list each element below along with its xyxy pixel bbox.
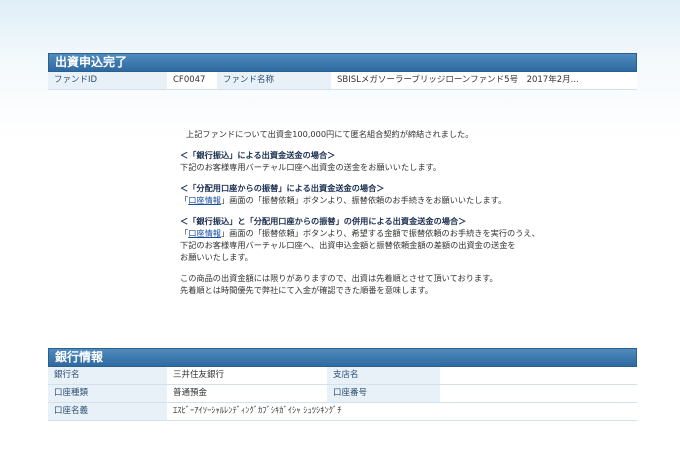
combined-transfer-text-line2: 下記のお客様専用バーチャル口座へ、出資申込金額と振替依頼金額の差額の出資金の送金…: [180, 240, 516, 250]
bank-transfer-text: 下記のお客様専用バーチャル口座へ出資金の送金をお願いいたします。: [180, 162, 442, 172]
account-transfer-title: ＜「分配用口座からの振替」による出資金送金の場合＞: [180, 183, 385, 193]
combined-transfer-title: ＜「銀行振込」と「分配用口座からの振替」の併用による出資金送金の場合＞: [180, 216, 467, 226]
bank-transfer-title: ＜「銀行振込」による出資金送金の場合＞: [180, 150, 336, 160]
message-content: 上記ファンドについて出資金100,000円にて匿名組合契約が締結されました。 ＜…: [180, 128, 560, 296]
limit-note: この商品の出資金額には限りがありますので、出資は先着順とさせて頂いております。: [180, 273, 498, 283]
fund-name-value: SBISLメガソーラーブリッジローンファンド5号 2017年2月...: [331, 72, 637, 89]
first-come-note: 先着順とは時間優先で弊社にて入金が確認できた順番を意味します。: [180, 285, 433, 295]
account-holder-row: 口座名義 ｴｽﾋﾞｰｱｲｿｰｼｬﾙﾚﾝﾃﾞｨﾝｸﾞｶﾌﾞｼｷｶﾞｲｼｬ ｼｭﾂｼ…: [48, 403, 637, 421]
branch-name-value: [440, 367, 637, 384]
fund-id-label: ファンドID: [48, 72, 167, 89]
bank-row: 銀行名 三井住友銀行 支店名: [48, 367, 637, 385]
account-info-link-2[interactable]: 口座情報: [188, 228, 221, 238]
intro-text: 上記ファンドについて出資金100,000円にて匿名組合契約が締結されました。: [186, 129, 474, 139]
account-number-label: 口座番号: [327, 385, 440, 402]
completion-title: 出資申込完了: [48, 53, 637, 72]
bank-name-label: 銀行名: [48, 367, 167, 384]
bank-name-value: 三井住友銀行: [167, 367, 327, 384]
fund-id-value: CF0047: [167, 72, 217, 89]
account-transfer-text: 「口座情報」画面の「振替依頼」ボタンより、振替依頼のお手続きをお願いいたします。: [180, 195, 507, 205]
bank-info-title: 銀行情報: [48, 348, 637, 367]
account-type-label: 口座種類: [48, 385, 167, 402]
account-holder-label: 口座名義: [48, 403, 167, 420]
branch-name-label: 支店名: [327, 367, 440, 384]
account-holder-value: ｴｽﾋﾞｰｱｲｿｰｼｬﾙﾚﾝﾃﾞｨﾝｸﾞｶﾌﾞｼｷｶﾞｲｼｬ ｼｭﾂｼｷﾝｸﾞﾁ: [167, 403, 637, 420]
fund-info-row: ファンドID CF0047 ファンド名称 SBISLメガソーラーブリッジローンフ…: [48, 72, 637, 90]
account-type-value: 普通預金: [167, 385, 327, 402]
account-number-value: [440, 385, 637, 402]
bank-info-panel: 銀行情報 銀行名 三井住友銀行 支店名 口座種類 普通預金 口座番号 口座名義 …: [48, 348, 637, 421]
combined-transfer-text-line3: お願いいたします。: [180, 252, 253, 262]
account-info-link[interactable]: 口座情報: [188, 195, 221, 205]
fund-name-label: ファンド名称: [217, 72, 331, 89]
combined-transfer-text: 「口座情報」画面の「振替依頼」ボタンより、希望する金額で振替依頼のお手続きを実行…: [180, 228, 540, 238]
account-type-row: 口座種類 普通預金 口座番号: [48, 385, 637, 403]
completion-panel: 出資申込完了 ファンドID CF0047 ファンド名称 SBISLメガソーラーブ…: [48, 53, 637, 90]
